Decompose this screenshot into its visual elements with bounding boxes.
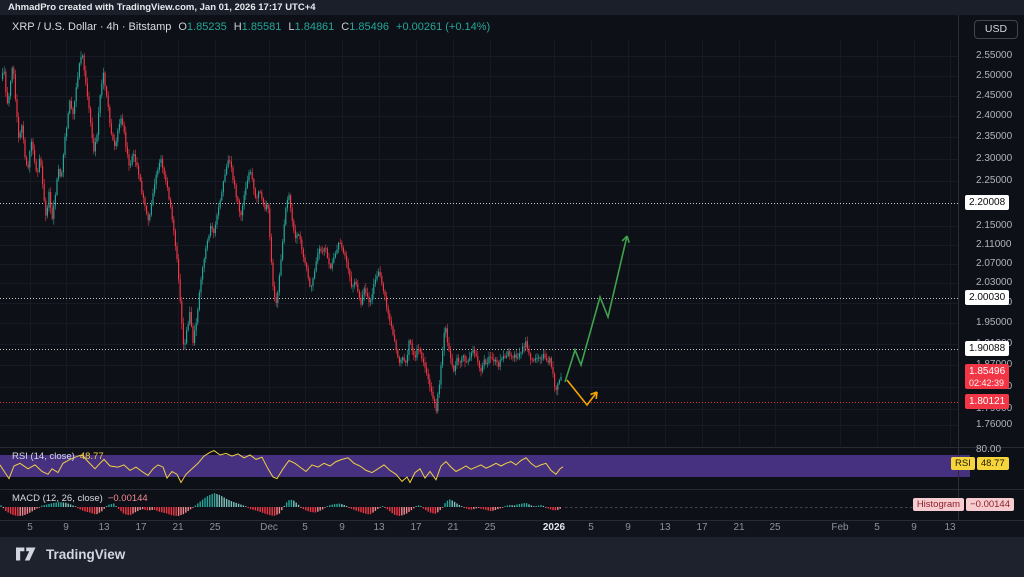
symbol-legend[interactable]: XRP / U.S. Dollar · 4h · Bitstamp O1.852…: [12, 16, 490, 38]
bullish-projection[interactable]: [565, 236, 627, 382]
time-tick-Dec: Dec: [253, 521, 285, 535]
time-tick-21: 21: [162, 521, 194, 535]
currency-unit-button[interactable]: USD: [974, 20, 1018, 39]
time-tick-9: 9: [898, 521, 930, 535]
time-tick-Feb: Feb: [824, 521, 856, 535]
ohlc-high: H1.85581: [234, 21, 282, 33]
rsi-last-value-badge: RSI 48.77: [951, 457, 1009, 470]
time-tick-5: 5: [289, 521, 321, 535]
time-tick-5: 5: [575, 521, 607, 535]
rsi-scale-tick: 80.00: [976, 444, 1001, 455]
time-tick-17: 17: [125, 521, 157, 535]
time-tick-21: 21: [723, 521, 755, 535]
macd-indicator-title[interactable]: MACD (12, 26, close)−0.00144: [12, 493, 148, 504]
time-tick-9: 9: [612, 521, 644, 535]
price-label-1.85496: 1.8549602:42:39: [965, 364, 1009, 389]
time-tick-25: 25: [199, 521, 231, 535]
time-tick-21: 21: [437, 521, 469, 535]
pane-separator-chart-rsi[interactable]: [0, 447, 1024, 448]
price-tick-2.45000: 2.45000: [976, 90, 1012, 102]
price-tick-2.15000: 2.15000: [976, 220, 1012, 232]
rsi-indicator-title[interactable]: RSI (14, close)48.77: [12, 451, 104, 462]
price-tick-2.07000: 2.07000: [976, 258, 1012, 270]
time-tick-13: 13: [88, 521, 120, 535]
price-tick-2.25000: 2.25000: [976, 175, 1012, 187]
price-tick-2.11000: 2.11000: [976, 239, 1011, 251]
price-tick-2.35000: 2.35000: [976, 131, 1012, 143]
macd-value: −0.00144: [108, 493, 148, 504]
time-tick-9: 9: [326, 521, 358, 535]
symbol-title[interactable]: XRP / U.S. Dollar · 4h · Bitstamp: [12, 21, 171, 33]
ohlc-low: L1.84861: [288, 21, 334, 33]
rsi-value: 48.77: [80, 451, 104, 462]
price-change: +0.00261 (+0.14%): [396, 21, 490, 33]
ohlc-close: C1.85496: [341, 21, 389, 33]
price-label-1.90088: 1.90088: [965, 341, 1009, 356]
price-tick-2.30000: 2.30000: [976, 153, 1012, 165]
time-tick-25: 25: [759, 521, 791, 535]
price-tick-2.55000: 2.55000: [976, 50, 1012, 62]
time-tick-9: 9: [50, 521, 82, 535]
price-label-2.00030: 2.00030: [965, 290, 1009, 305]
pane-separator-rsi-macd[interactable]: [0, 489, 1024, 490]
footer-strip: [0, 537, 1024, 577]
time-tick-25: 25: [474, 521, 506, 535]
price-label-1.80121: 1.80121: [965, 394, 1009, 409]
time-tick-5: 5: [861, 521, 893, 535]
ohlc-open: O1.85235: [178, 21, 226, 33]
tradingview-logo-text: TradingView: [46, 547, 125, 562]
time-tick-13: 13: [934, 521, 966, 535]
macd-histogram-badge: Histogram −0.00144: [913, 498, 1014, 511]
price-tick-2.50000: 2.50000: [976, 70, 1012, 82]
time-tick-5: 5: [14, 521, 46, 535]
time-tick-2026: 2026: [538, 521, 570, 535]
time-tick-13: 13: [649, 521, 681, 535]
tradingview-logo[interactable]: TradingView: [16, 547, 125, 562]
tradingview-logo-icon: [16, 547, 39, 562]
time-tick-17: 17: [400, 521, 432, 535]
tradingview-chart-window: AhmadPro created with TradingView.com, J…: [0, 0, 1024, 577]
histogram-badge-label: Histogram: [913, 498, 964, 511]
price-tick-2.40000: 2.40000: [976, 110, 1012, 122]
chart-canvas[interactable]: [0, 0, 1024, 577]
price-label-2.20008: 2.20008: [965, 195, 1009, 210]
histogram-badge-value: −0.00144: [966, 498, 1014, 511]
time-tick-17: 17: [686, 521, 718, 535]
price-tick-2.03000: 2.03000: [976, 277, 1012, 289]
price-tick-1.76000: 1.76000: [976, 419, 1012, 431]
bearish-projection[interactable]: [567, 380, 597, 405]
rsi-badge-value: 48.77: [977, 457, 1009, 470]
countdown-timer: 02:42:39: [969, 378, 1005, 388]
price-tick-1.95000: 1.95000: [976, 317, 1012, 329]
rsi-badge-label: RSI: [951, 457, 975, 470]
time-tick-13: 13: [363, 521, 395, 535]
